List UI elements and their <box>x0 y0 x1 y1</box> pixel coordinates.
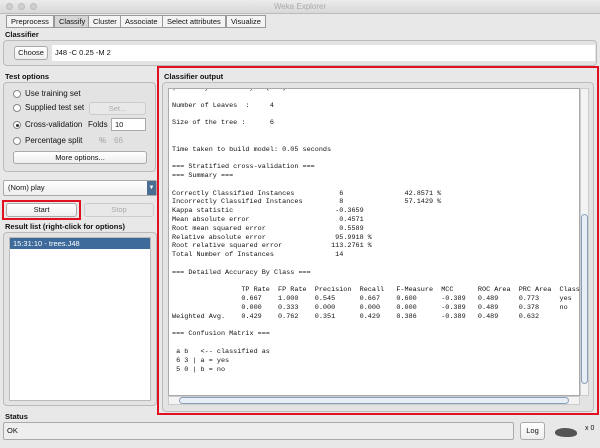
output-line: === Summary === <box>172 171 234 180</box>
classifier-section-label: Classifier <box>5 30 39 39</box>
result-list: 15:31:10 - trees.J48 <box>9 237 151 401</box>
output-line: Relative absolute error 95.9918 % <box>172 233 372 242</box>
tab-classify[interactable]: Classify <box>54 15 91 28</box>
percentage-split-radio[interactable] <box>13 137 21 145</box>
use-training-radio[interactable] <box>13 90 21 98</box>
status-label: Status <box>5 412 28 421</box>
title-bar: Weka Explorer <box>0 0 600 14</box>
output-line: Total Number of Instances 14 <box>172 251 344 260</box>
output-line: Mean absolute error 0.4571 <box>172 215 364 224</box>
output-line: Kappa statistic -0.3659 <box>172 207 364 216</box>
output-line: a b <-- classified as <box>172 347 270 356</box>
tab-preprocess[interactable]: Preprocess <box>6 15 54 28</box>
cross-validation-radio[interactable] <box>13 121 21 129</box>
output-line: Root relative squared error 113.2761 % <box>172 242 372 251</box>
output-line: Weighted Avg. 0.429 0.762 0.351 0.429 0.… <box>172 312 540 321</box>
output-line: Number of Leaves : 4 <box>172 101 274 110</box>
output-line: Incorrectly Classified Instances 8 57.14… <box>172 198 442 207</box>
supplied-test-radio[interactable] <box>13 104 21 112</box>
horizontal-scrollbar[interactable] <box>168 396 580 405</box>
status-text: OK <box>3 422 514 440</box>
supplied-test-label: Supplied test set <box>25 103 85 112</box>
folds-label: Folds <box>88 120 108 129</box>
task-count: x 0 <box>585 425 595 432</box>
vertical-scrollbar[interactable] <box>580 88 589 396</box>
output-line: TP Rate FP Rate Precision Recall F-Measu… <box>172 286 580 295</box>
result-list-item[interactable]: 15:31:10 - trees.J48 <box>10 238 150 249</box>
output-line: Size of the tree : 6 <box>172 119 274 128</box>
output-line: Correctly Classified Instances 6 42.8571… <box>172 189 442 198</box>
output-line: Root mean squared error 0.5589 <box>172 224 364 233</box>
percentage-split-label: Percentage split <box>25 136 83 145</box>
output-line: === Detailed Accuracy By Class === <box>172 268 311 277</box>
output-line: 0.667 1.000 0.545 0.667 0.600 -0.389 0.4… <box>172 295 572 304</box>
classifier-config-field[interactable]: J48 -C 0.25 -M 2 <box>52 45 595 61</box>
classifier-output-text[interactable]: | windy = FALSE: yes (3.0) Number of Lea… <box>168 88 580 396</box>
output-text-content: | windy = FALSE: yes (3.0) Number of Lea… <box>169 89 580 374</box>
output-line: === Stratified cross-validation === <box>172 163 315 172</box>
class-attribute-value: (Nom) play <box>8 183 45 192</box>
output-line: 5 0 | b = no <box>172 365 226 374</box>
cross-validation-label: Cross-validation <box>25 120 83 129</box>
tab-associate[interactable]: Associate <box>120 15 163 28</box>
window-title: Weka Explorer <box>273 2 327 11</box>
tab-select-attributes[interactable]: Select attributes <box>162 15 226 28</box>
percent-input[interactable]: 66 <box>114 136 123 145</box>
choose-button[interactable]: Choose <box>14 46 48 60</box>
output-line: === Confusion Matrix === <box>172 330 270 339</box>
weka-bird-icon[interactable] <box>555 428 577 437</box>
result-list-label: Result list (right-click for options) <box>5 222 126 231</box>
more-options-button[interactable]: More options... <box>13 151 147 164</box>
horizontal-scroll-thumb[interactable] <box>179 397 569 404</box>
start-button[interactable]: Start <box>6 203 77 217</box>
test-options-label: Test options <box>5 72 50 81</box>
stop-button[interactable]: Stop <box>84 203 154 217</box>
chevron-down-icon: ▼ <box>147 181 156 195</box>
output-line: 6 3 | a = yes <box>172 356 230 365</box>
use-training-label: Use training set <box>25 89 81 98</box>
output-line: 0.000 0.333 0.000 0.000 0.000 -0.389 0.4… <box>172 303 568 312</box>
set-button[interactable]: Set... <box>89 102 146 115</box>
class-attribute-select[interactable]: (Nom) play ▼ <box>3 180 157 196</box>
output-line: Time taken to build model: 0.05 seconds <box>172 145 332 154</box>
tab-cluster[interactable]: Cluster <box>88 15 122 28</box>
vertical-scroll-thumb[interactable] <box>581 214 588 384</box>
tab-visualize[interactable]: Visualize <box>226 15 266 28</box>
folds-input[interactable]: 10 <box>111 118 146 131</box>
classifier-output-label: Classifier output <box>164 72 224 81</box>
percent-symbol: % <box>99 136 107 145</box>
log-button[interactable]: Log <box>520 422 545 440</box>
